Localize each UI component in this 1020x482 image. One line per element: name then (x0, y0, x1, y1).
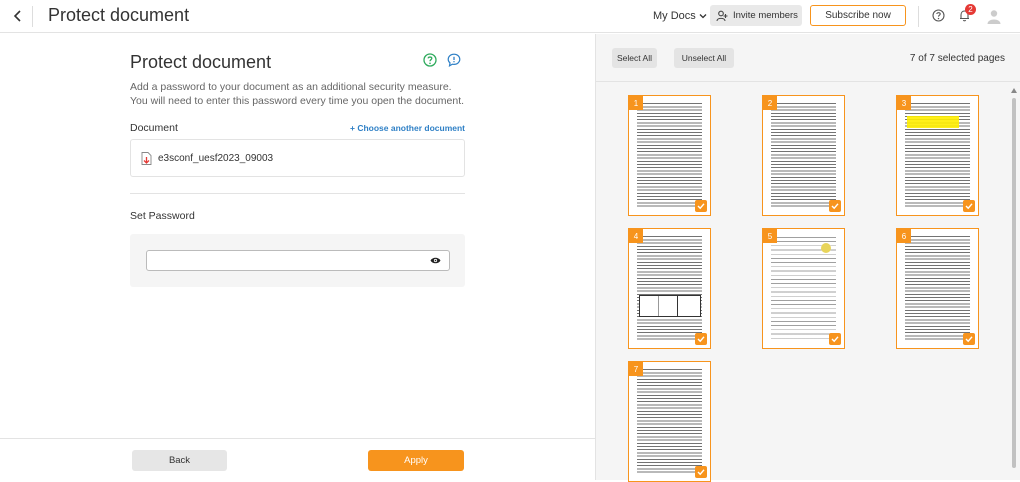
document-label: Document (130, 122, 178, 134)
check-icon[interactable] (695, 466, 707, 478)
page-number: 5 (763, 229, 777, 243)
my-docs-label: My Docs (653, 10, 696, 22)
form-title: Protect document (130, 52, 272, 72)
unselect-all-button[interactable]: Unselect All (674, 48, 734, 68)
page-number: 3 (897, 96, 911, 110)
select-all-button[interactable]: Select All (612, 48, 657, 68)
page-thumbnail[interactable]: 1 (628, 95, 711, 216)
password-input[interactable] (146, 250, 450, 271)
invite-members-button[interactable]: Invite members (710, 5, 802, 26)
divider (130, 193, 465, 194)
invite-label: Invite members (733, 10, 798, 21)
page-thumbnail[interactable]: 5 (762, 228, 845, 349)
check-icon[interactable] (829, 200, 841, 212)
apply-button[interactable]: Apply (368, 450, 464, 471)
scrollbar[interactable] (1011, 88, 1017, 474)
page-number: 1 (629, 96, 643, 110)
page-preview (637, 368, 702, 475)
chevron-left-icon[interactable] (10, 8, 26, 24)
document-file-name: e3sconf_uesf2023_09003 (158, 152, 274, 164)
check-icon[interactable] (695, 333, 707, 345)
page-thumbnail[interactable]: 7 (628, 361, 711, 482)
page-thumbnails: 1 2 3 4 5 6 7 (596, 83, 1020, 482)
form-description: Add a password to your document as an ad… (130, 81, 465, 107)
divider (32, 6, 33, 27)
page-number: 4 (629, 229, 643, 243)
page-number: 7 (629, 362, 643, 376)
avatar-icon[interactable] (986, 8, 1002, 24)
scroll-up-arrow[interactable] (1011, 88, 1017, 93)
pages-panel: Select All Unselect All 7 of 7 selected … (595, 34, 1020, 482)
seal-image (821, 243, 831, 253)
page-number: 2 (763, 96, 777, 110)
page-title: Protect document (48, 5, 190, 25)
question-circle-icon[interactable] (423, 53, 437, 67)
footer-divider (0, 438, 595, 439)
page-thumbnail[interactable]: 2 (762, 95, 845, 216)
selected-document: e3sconf_uesf2023_09003 (130, 139, 465, 177)
pages-toolbar: Select All Unselect All 7 of 7 selected … (596, 34, 1020, 82)
notification-badge: 2 (965, 4, 976, 15)
top-bar: Protect document My Docs Invite members … (0, 0, 1020, 33)
page-thumbnail[interactable]: 6 (896, 228, 979, 349)
password-section (130, 234, 465, 287)
page-preview (637, 235, 702, 342)
page-thumbnail[interactable]: 3 (896, 95, 979, 216)
page-number: 6 (897, 229, 911, 243)
page-preview (637, 102, 702, 209)
scrollbar-thumb[interactable] (1012, 98, 1016, 468)
check-icon[interactable] (829, 333, 841, 345)
my-docs-dropdown[interactable]: My Docs (653, 10, 707, 22)
add-user-icon (716, 10, 728, 21)
check-icon[interactable] (695, 200, 707, 212)
choose-another-document-link[interactable]: + Choose another document (350, 123, 465, 133)
protect-form-panel: Protect document Add a password to your … (0, 34, 595, 480)
help-icon[interactable] (932, 9, 945, 22)
page-preview (771, 102, 836, 209)
chevron-down-icon (699, 14, 707, 19)
check-icon[interactable] (963, 200, 975, 212)
highlight-annotation (907, 116, 959, 128)
pdf-file-icon (141, 151, 152, 165)
divider (918, 6, 919, 27)
table-figure (639, 295, 701, 317)
chat-icon[interactable] (447, 53, 461, 67)
page-preview (905, 235, 970, 342)
subscribe-button[interactable]: Subscribe now (810, 5, 906, 26)
selected-pages-count: 7 of 7 selected pages (909, 53, 1005, 64)
check-icon[interactable] (963, 333, 975, 345)
eye-icon[interactable] (430, 256, 441, 265)
page-thumbnail[interactable]: 4 (628, 228, 711, 349)
back-button[interactable]: Back (132, 450, 227, 471)
set-password-label: Set Password (130, 210, 195, 222)
